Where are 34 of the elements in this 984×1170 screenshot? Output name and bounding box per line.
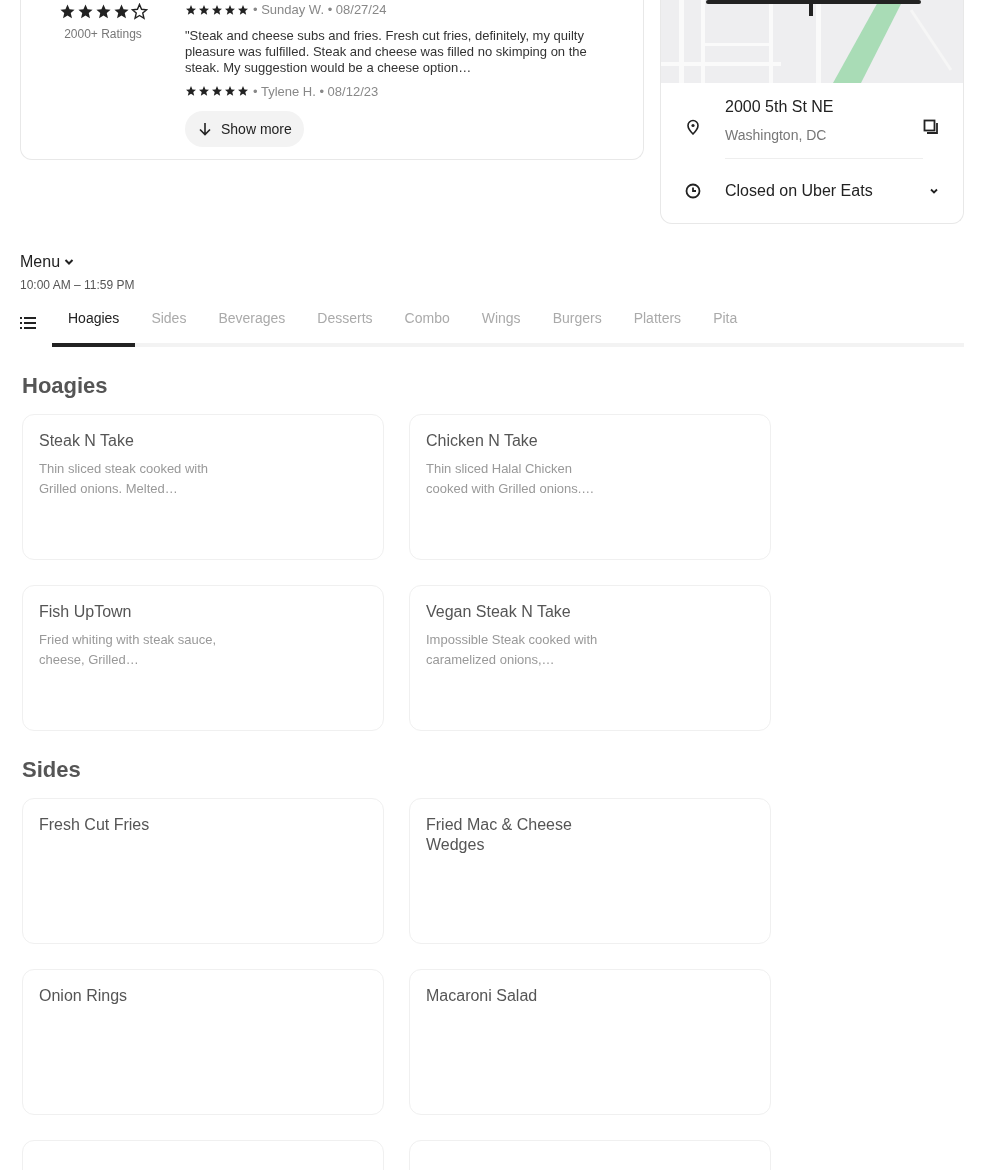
menu-dropdown[interactable]: Menu <box>20 250 75 274</box>
address: 2000 5th St NE <box>725 97 835 117</box>
hours-status: Closed on Uber Eats <box>725 181 874 201</box>
item-description: Thin sliced steak cooked with Grilled onions. Melted… <box>39 460 210 498</box>
hours-row[interactable]: Closed on Uber Eats <box>661 159 963 223</box>
item-name: Macaroni Salad <box>426 986 539 1006</box>
show-more-button[interactable]: Show more <box>185 111 304 147</box>
menu-item-card[interactable]: Fried Mac & Cheese Wedges <box>409 798 771 944</box>
item-name: Fresh Cut Fries <box>39 815 151 835</box>
category-tab[interactable]: Hoagies <box>52 308 136 347</box>
menu-hours: 10:00 AM – 11:59 PM <box>20 277 136 294</box>
menu-item-card[interactable]: Fish UpTown Fried whiting with steak sauce, cheese, Grilled… <box>22 585 384 731</box>
menu-item-card[interactable]: Chicken N Take Thin sliced Halal Chicken cooked with Grilled onions.… <box>409 414 771 560</box>
review-meta: • Sunday W. • 08/27/24 <box>253 1 387 19</box>
menu-item-card[interactable]: Fresh Cut Fries <box>22 798 384 944</box>
item-name: Fish UpTown <box>39 602 133 622</box>
menu-item-card[interactable]: Onion Rings <box>22 969 384 1115</box>
menu-item-card[interactable]: Vegan Steak N Take Impossible Steak cooked with caramelized onions,… <box>409 585 771 731</box>
item-name: Vegan Steak N Take <box>426 602 572 622</box>
review-text: "Steak and cheese subs and fries. Fresh cut fries, definitely, my quilty pleasure was fulfilled. Steak and cheese was filled no skimping on the steak. My suggestion would be a cheese option… <box>185 27 588 76</box>
review-meta: • Tylene H. • 08/12/23 <box>253 82 379 101</box>
item-name: Onion Rings <box>39 986 129 1006</box>
item-description: Thin sliced Halal Chicken cooked with Grilled onions.… <box>426 460 596 498</box>
menu-item-card[interactable]: Macaroni Salad <box>409 969 771 1115</box>
ratings-count: 2000+ Ratings <box>64 26 142 43</box>
section-heading: Hoagies <box>22 372 109 400</box>
menu-item-card[interactable]: Steak N Take Thin sliced steak cooked with Grilled onions. Melted… <box>22 414 384 560</box>
item-name: Chicken N Take <box>426 431 539 451</box>
item-name: Fried Mac & Cheese Wedges <box>426 815 573 855</box>
item-name: Steak N Take <box>39 431 135 451</box>
item-description: Impossible Steak cooked with caramelized onions,… <box>426 631 599 669</box>
city: Washington, DC <box>725 126 828 145</box>
item-description: Fried whiting with steak sauce, cheese, Grilled… <box>39 631 218 669</box>
section-heading: Sides <box>22 756 82 784</box>
